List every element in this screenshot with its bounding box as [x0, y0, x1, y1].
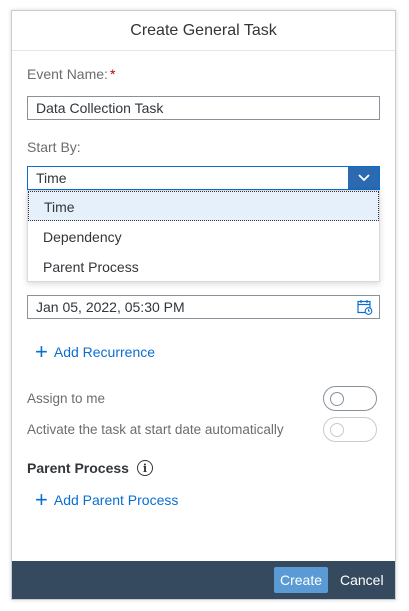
cancel-button[interactable]: Cancel — [340, 567, 384, 593]
info-icon[interactable]: i — [136, 460, 153, 476]
start-by-dropdown-list: Time Dependency Parent Process — [27, 190, 380, 282]
event-name-label-text: Event Name: — [27, 66, 108, 82]
option-parent-process[interactable]: Parent Process — [28, 252, 379, 282]
dropdown-arrow-button[interactable] — [348, 167, 379, 189]
parent-process-title: Parent Process i — [27, 460, 153, 476]
add-recurrence-link[interactable]: + Add Recurrence — [35, 339, 156, 364]
chevron-down-icon — [357, 174, 370, 182]
event-name-label: Event Name: * — [27, 66, 115, 82]
start-by-selected-value: Time — [36, 170, 67, 186]
event-name-input[interactable]: Data Collection Task — [27, 96, 380, 120]
switch-knob — [330, 392, 344, 406]
activate-automatically-label: Activate the task at start date automati… — [27, 422, 284, 437]
create-button[interactable]: Create — [274, 567, 328, 593]
assign-to-me-label: Assign to me — [27, 391, 106, 406]
create-general-task-dialog: Create General Task Event Name: * Data Co… — [11, 10, 396, 600]
calendar-icon[interactable] — [357, 299, 373, 315]
parent-process-title-text: Parent Process — [27, 460, 129, 476]
dialog-footer: Create Cancel — [12, 561, 395, 599]
start-date-input[interactable]: Jan 05, 2022, 05:30 PM — [27, 295, 380, 319]
plus-icon: + — [35, 339, 48, 364]
option-time[interactable]: Time — [28, 191, 379, 221]
start-by-label: Start By: — [27, 139, 81, 155]
start-date-value: Jan 05, 2022, 05:30 PM — [36, 299, 185, 315]
option-dependency[interactable]: Dependency — [28, 222, 379, 252]
required-marker: * — [109, 66, 116, 82]
switch-knob — [330, 423, 344, 437]
assign-to-me-switch[interactable] — [323, 386, 377, 411]
add-recurrence-label: Add Recurrence — [53, 344, 156, 360]
start-by-select[interactable]: Time — [27, 166, 380, 190]
add-parent-process-link[interactable]: + Add Parent Process — [35, 487, 179, 512]
add-parent-process-label: Add Parent Process — [53, 492, 179, 508]
plus-icon: + — [35, 487, 48, 512]
activate-automatically-switch[interactable] — [323, 417, 377, 442]
dialog-title: Create General Task — [12, 11, 395, 51]
